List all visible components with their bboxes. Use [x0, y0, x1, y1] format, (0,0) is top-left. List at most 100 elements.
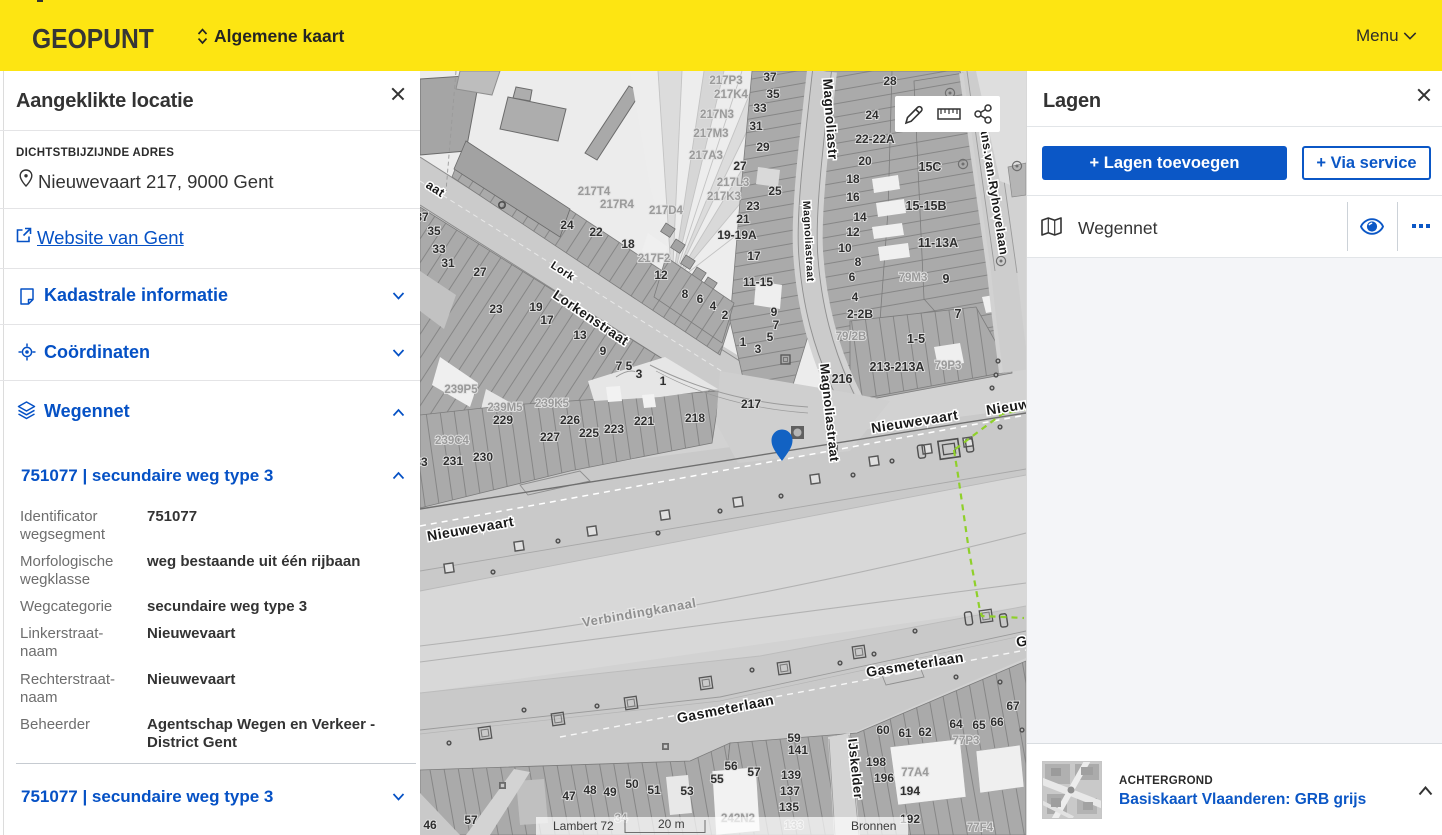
svg-text:9: 9: [771, 305, 778, 319]
svg-text:217M3: 217M3: [693, 128, 728, 140]
svg-text:141: 141: [788, 743, 808, 757]
svg-text:15C: 15C: [919, 160, 942, 174]
svg-text:217P3: 217P3: [709, 75, 742, 87]
svg-text:198: 198: [866, 755, 886, 769]
svg-text:35: 35: [427, 224, 441, 238]
svg-text:7: 7: [773, 318, 780, 332]
svg-text:56: 56: [724, 759, 738, 773]
svg-text:10: 10: [838, 241, 852, 255]
svg-text:223: 223: [604, 422, 624, 436]
svg-text:18: 18: [846, 172, 860, 186]
svg-text:217: 217: [741, 397, 761, 411]
svg-text:221: 221: [634, 414, 654, 428]
svg-text:13: 13: [573, 328, 587, 342]
svg-text:6: 6: [849, 270, 856, 284]
svg-text:60: 60: [876, 723, 890, 737]
svg-text:57: 57: [464, 813, 478, 827]
svg-text:4: 4: [852, 290, 859, 304]
svg-text:27: 27: [473, 265, 487, 279]
svg-text:3: 3: [755, 342, 762, 356]
svg-text:1-5: 1-5: [907, 332, 925, 346]
svg-text:77F4: 77F4: [967, 822, 994, 834]
svg-text:66: 66: [990, 715, 1004, 729]
svg-text:46: 46: [423, 818, 437, 832]
svg-text:21: 21: [736, 212, 750, 226]
svg-text:47: 47: [562, 789, 576, 803]
svg-text:217T4: 217T4: [578, 186, 611, 198]
svg-text:57: 57: [747, 765, 761, 779]
svg-text:37: 37: [420, 210, 429, 224]
svg-text:217N3: 217N3: [700, 109, 734, 121]
svg-text:239K5: 239K5: [535, 398, 569, 410]
svg-text:50: 50: [625, 777, 639, 791]
svg-text:19-19A: 19-19A: [717, 228, 757, 242]
svg-text:37: 37: [763, 71, 777, 84]
svg-text:194: 194: [900, 784, 920, 798]
svg-text:229: 229: [493, 413, 513, 427]
svg-text:31: 31: [441, 256, 455, 270]
svg-text:33: 33: [432, 242, 446, 256]
svg-text:23: 23: [489, 302, 503, 316]
svg-text:35: 35: [766, 87, 780, 101]
svg-text:28: 28: [883, 74, 897, 88]
svg-text:7: 7: [955, 307, 962, 321]
svg-text:12: 12: [654, 268, 668, 282]
svg-text:18: 18: [621, 237, 635, 251]
svg-text:55: 55: [710, 772, 724, 786]
svg-text:79/2B: 79/2B: [836, 331, 867, 343]
svg-text:1: 1: [660, 374, 667, 388]
svg-text:217A3: 217A3: [689, 150, 723, 162]
svg-text:G: G: [1015, 632, 1026, 650]
svg-text:20: 20: [858, 154, 872, 168]
svg-text:218: 218: [685, 411, 705, 425]
svg-text:6: 6: [697, 292, 704, 306]
svg-text:226: 226: [560, 413, 580, 427]
svg-text:62: 62: [918, 725, 932, 739]
svg-text:51: 51: [647, 783, 661, 797]
svg-text:2: 2: [722, 308, 729, 322]
svg-text:217D4: 217D4: [649, 205, 683, 217]
svg-text:16: 16: [846, 190, 860, 204]
svg-text:Bronnen: Bronnen: [851, 819, 896, 833]
svg-text:230: 230: [473, 450, 493, 464]
svg-text:2-2B: 2-2B: [847, 307, 873, 321]
svg-text:9: 9: [600, 344, 607, 358]
svg-text:15-15B: 15-15B: [906, 199, 947, 213]
svg-text:231: 231: [443, 454, 463, 468]
svg-text:24: 24: [560, 218, 574, 232]
svg-text:3: 3: [636, 367, 643, 381]
svg-text:67: 67: [1006, 699, 1020, 713]
svg-text:79M3: 79M3: [899, 272, 928, 284]
svg-text:20 m: 20 m: [658, 817, 685, 831]
svg-text:5: 5: [767, 330, 774, 344]
svg-text:22-22A: 22-22A: [855, 132, 895, 146]
svg-text:217K3: 217K3: [707, 191, 741, 203]
svg-text:217K4: 217K4: [714, 89, 748, 101]
svg-text:227: 227: [540, 430, 560, 444]
svg-text:217L3: 217L3: [717, 177, 750, 189]
svg-text:9: 9: [943, 272, 950, 286]
svg-text:33: 33: [420, 455, 428, 469]
svg-text:12: 12: [846, 225, 860, 239]
svg-text:17: 17: [540, 313, 554, 327]
svg-text:19: 19: [529, 300, 543, 314]
svg-text:11-13A: 11-13A: [918, 236, 958, 250]
svg-text:7: 7: [616, 359, 623, 373]
svg-text:8: 8: [682, 287, 689, 301]
svg-text:22: 22: [589, 225, 603, 239]
svg-text:135: 135: [779, 800, 799, 814]
svg-text:4: 4: [710, 299, 717, 313]
svg-text:8: 8: [855, 255, 862, 269]
svg-text:49: 49: [603, 785, 617, 799]
svg-text:139: 139: [781, 768, 801, 782]
svg-text:23: 23: [746, 199, 760, 213]
svg-text:239P5: 239P5: [444, 384, 478, 396]
svg-text:213-213A: 213-213A: [870, 360, 925, 374]
svg-text:239C4: 239C4: [435, 435, 469, 447]
svg-text:33: 33: [753, 101, 767, 115]
svg-text:27: 27: [733, 159, 747, 173]
svg-text:25: 25: [768, 184, 782, 198]
svg-text:217R4: 217R4: [600, 199, 634, 211]
svg-text:239M5: 239M5: [487, 402, 523, 414]
svg-text:14: 14: [853, 210, 867, 224]
